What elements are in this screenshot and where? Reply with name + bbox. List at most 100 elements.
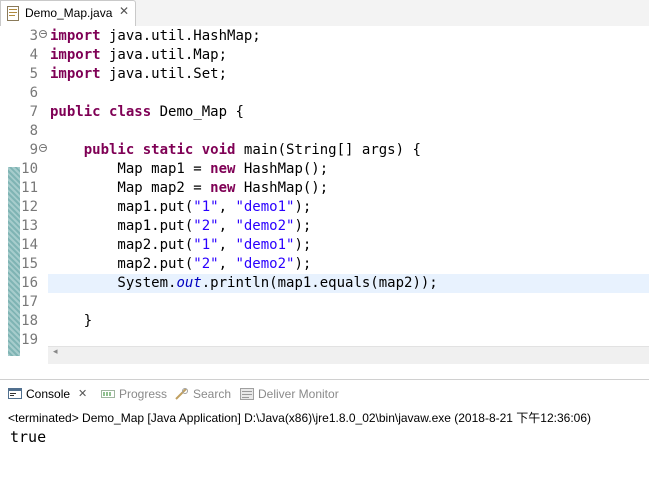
string-token: "demo1" [235, 237, 295, 253]
code-line[interactable]: map1.put("2", "demo2"); [50, 217, 311, 236]
line-number: 18 [21, 313, 38, 329]
panel-divider[interactable] [0, 364, 649, 378]
code-token: .println(map1.equals(map2)); [201, 275, 438, 291]
tab-progress[interactable]: Progress [101, 380, 171, 408]
code-line[interactable]: Map map2 = new HashMap(); [50, 179, 328, 198]
line-number: 4 [29, 47, 38, 63]
tab-search-label: Search [193, 387, 232, 401]
code-token: java.util.HashMap; [100, 28, 261, 44]
line-number: 13 [21, 218, 38, 234]
string-token: "demo1" [235, 199, 295, 215]
close-icon[interactable]: ✕ [78, 380, 87, 408]
code-line[interactable]: Map map1 = new HashMap(); [50, 160, 328, 179]
editor-tab-label: Demo_Map.java [25, 6, 113, 20]
tab-search[interactable]: Search [175, 380, 235, 408]
keyword-token: public [50, 104, 101, 120]
code-line[interactable]: public static void main(String[] args) { [50, 141, 421, 160]
line-number: 14 [21, 237, 38, 253]
code-token: ); [294, 256, 312, 272]
code-token: System. [50, 275, 177, 291]
line-number: 12 [21, 199, 38, 215]
line-number: 8 [29, 123, 38, 139]
keyword-token: static [142, 142, 194, 158]
horizontal-scrollbar[interactable]: ◂ [48, 346, 649, 364]
keyword-token: new [210, 180, 236, 196]
string-token: "2" [193, 218, 219, 234]
console-panel[interactable]: <terminated> Demo_Map [Java Application]… [0, 408, 649, 477]
code-token: Map map1 = [50, 161, 211, 177]
field-token: out [176, 275, 202, 291]
code-line[interactable]: System.out.println(map1.equals(map2)); [50, 274, 438, 293]
string-token: "demo2" [235, 218, 295, 234]
keyword-token: import [50, 47, 101, 63]
string-token: "1" [193, 199, 219, 215]
code-line[interactable]: public class Demo_Map { [50, 103, 244, 122]
code-token: HashMap(); [235, 180, 329, 196]
code-line[interactable]: import java.util.HashMap; [50, 27, 261, 46]
close-icon[interactable]: ✕ [119, 4, 129, 18]
scroll-left-icon[interactable]: ◂ [53, 347, 58, 357]
editor-tab-demo-map[interactable]: Demo_Map.java ✕ [0, 0, 136, 26]
line-number: 10 [21, 161, 38, 177]
code-token: main(String[] args) { [235, 142, 421, 158]
code-token: , [218, 199, 236, 215]
java-file-icon [7, 6, 19, 21]
console-status-line: <terminated> Demo_Map [Java Application]… [8, 411, 591, 425]
code-token: Map map2 = [50, 180, 211, 196]
keyword-token: import [50, 66, 101, 82]
code-token: Demo_Map { [151, 104, 244, 120]
line-number: 19 [21, 332, 38, 348]
line-number: 7 [29, 104, 38, 120]
code-line[interactable]: map2.put("1", "demo1"); [50, 236, 311, 255]
code-line[interactable]: import java.util.Set; [50, 65, 227, 84]
code-token: } [50, 313, 93, 329]
code-token: ); [294, 218, 312, 234]
fold-toggle-icon[interactable]: − [39, 144, 47, 152]
line-number: 3 [29, 28, 38, 44]
code-line[interactable]: import java.util.Map; [50, 46, 227, 65]
string-token: "demo2" [235, 256, 295, 272]
keyword-token: new [210, 161, 236, 177]
code-token: ); [294, 199, 312, 215]
tab-console[interactable]: Console ✕ [8, 380, 94, 408]
code-token: HashMap(); [235, 161, 329, 177]
code-token: map1.put( [50, 218, 194, 234]
code-token: , [218, 237, 236, 253]
code-token: java.util.Set; [100, 66, 228, 82]
line-number: 17 [21, 294, 38, 310]
console-output: true [10, 428, 47, 446]
string-token: "1" [193, 237, 219, 253]
tab-console-label: Console [26, 387, 71, 401]
code-token: , [218, 256, 236, 272]
code-editor[interactable]: 3− import java.util.HashMap; 4 import java.… [0, 26, 649, 356]
code-token: map1.put( [50, 199, 194, 215]
code-line[interactable]: map2.put("2", "demo2"); [50, 255, 311, 274]
keyword-token: void [201, 142, 236, 158]
editor-tab-bar: Demo_Map.java ✕ [0, 0, 649, 27]
keyword-token: class [109, 104, 152, 120]
string-token: "2" [193, 256, 219, 272]
progress-icon [101, 390, 115, 398]
fold-toggle-icon[interactable]: − [39, 30, 47, 38]
code-token: ); [294, 237, 312, 253]
code-line[interactable]: } [50, 312, 92, 331]
line-number: 16 [21, 275, 38, 291]
code-token: java.util.Map; [100, 47, 228, 63]
deliver-monitor-icon [240, 388, 254, 400]
code-token: map2.put( [50, 237, 194, 253]
line-number: 6 [29, 85, 38, 101]
tab-deliver-monitor-label: Deliver Monitor [258, 387, 339, 401]
line-number: 5 [29, 66, 38, 82]
console-icon [8, 388, 22, 399]
keyword-token: import [50, 28, 101, 44]
code-token: , [218, 218, 236, 234]
view-tab-bar: Console ✕ Progress Search Deliver Monito… [0, 379, 649, 409]
keyword-token: public [83, 142, 135, 158]
tab-deliver-monitor[interactable]: Deliver Monitor [240, 380, 350, 408]
tab-progress-label: Progress [119, 387, 168, 401]
code-line[interactable]: map1.put("1", "demo1"); [50, 198, 311, 217]
